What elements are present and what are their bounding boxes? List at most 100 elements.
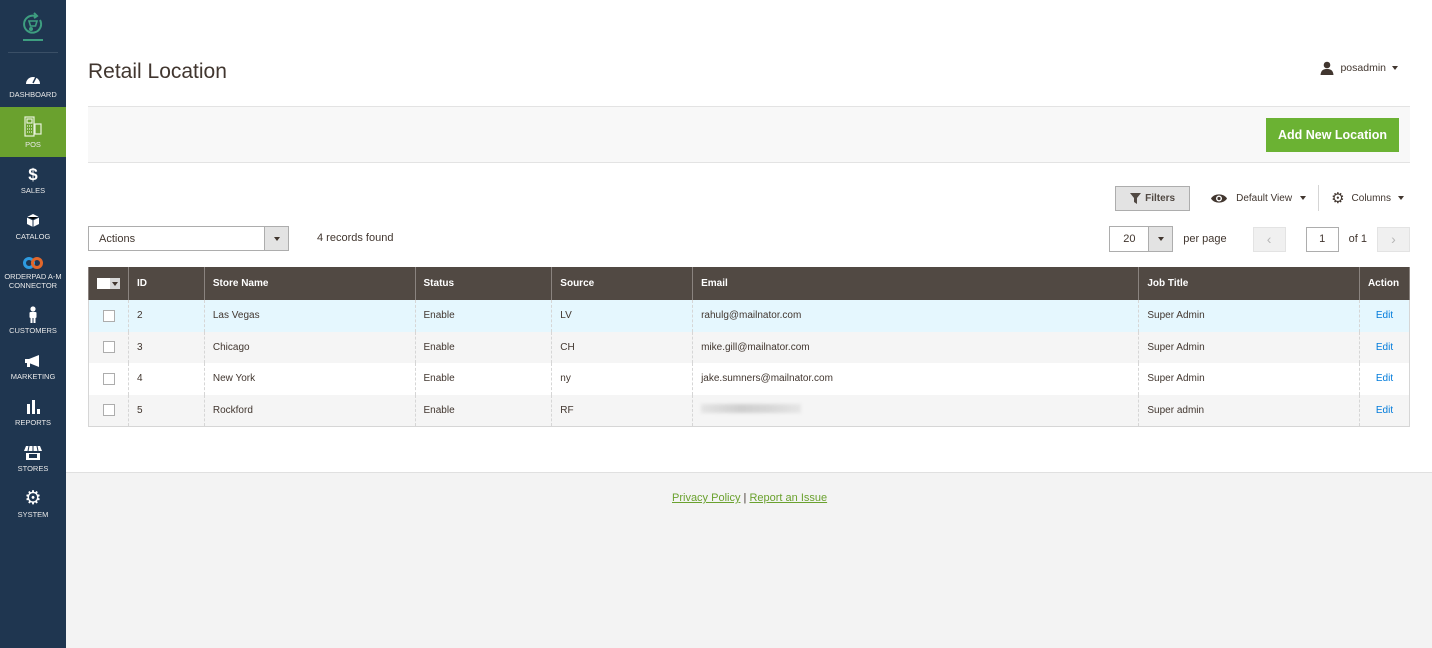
sidebar-item-label: STORES <box>17 463 49 473</box>
filters-button[interactable]: Filters <box>1115 185 1191 211</box>
sidebar-item-marketing[interactable]: MARKETING <box>0 343 66 389</box>
column-header-status[interactable]: Status <box>414 267 553 300</box>
redacted-email <box>701 404 802 413</box>
logo[interactable] <box>0 0 66 52</box>
chevron-down-icon <box>1300 196 1307 200</box>
sidebar-item-reports[interactable]: REPORTS <box>0 389 66 435</box>
main-content: Retail Location posadmin Add New Locatio… <box>66 0 1432 472</box>
next-page-button[interactable]: › <box>1377 226 1410 252</box>
sidebar-item-label: SALES <box>20 185 46 195</box>
cell-id: 4 <box>128 363 205 395</box>
sidebar-item-dashboard[interactable]: DASHBOARD <box>0 61 66 107</box>
per-page-value: 20 <box>1123 233 1136 245</box>
row-checkbox[interactable] <box>103 309 115 322</box>
gear-icon: ⚙ <box>24 487 42 509</box>
chevron-down-icon <box>1398 196 1404 200</box>
previous-page-button[interactable]: ‹ <box>1252 226 1286 252</box>
sidebar-item-stores[interactable]: STORES <box>0 435 66 481</box>
cell-store-name: Chicago <box>203 331 416 363</box>
sidebar-item-orderpad-connector[interactable]: ORDERPAD A-M CONNECTOR <box>0 249 66 297</box>
sidebar-item-label: POS <box>25 139 41 149</box>
cell-status: Enable <box>414 363 553 395</box>
mass-select-header[interactable] <box>88 267 129 300</box>
chevron-down-icon <box>1392 66 1398 70</box>
footer-separator: | <box>743 492 747 504</box>
storefront-icon <box>24 445 42 460</box>
sidebar-item-label: CONNECTOR <box>8 281 58 290</box>
sidebar-item-label: SYSTEM <box>17 509 49 519</box>
per-page-select[interactable]: 20 <box>1109 226 1174 252</box>
actions-dropdown-toggle[interactable] <box>264 227 288 250</box>
cell-store-name: Rockford <box>203 394 416 427</box>
cell-source: CH <box>551 331 694 363</box>
sidebar-item-label: REPORTS <box>14 417 52 427</box>
column-header-id[interactable]: ID <box>128 267 205 300</box>
sidebar-item-sales[interactable]: $ SALES <box>0 157 66 203</box>
cell-store-name: Las Vegas <box>203 300 416 332</box>
mass-select-checkbox[interactable] <box>97 278 120 289</box>
eye-icon <box>1211 193 1228 203</box>
chain-link-icon <box>23 257 43 269</box>
cell-email: jake.sumners@mailnator.com <box>692 363 1140 395</box>
dollar-icon: $ <box>28 165 38 184</box>
table-row[interactable]: 2 Las Vegas Enable LV rahulg@mailnator.c… <box>88 300 1411 332</box>
table-row[interactable]: 3 Chicago Enable CH mike.gill@mailnator.… <box>88 331 1411 363</box>
add-new-location-button[interactable]: Add New Location <box>1265 118 1399 152</box>
cell-status: Enable <box>414 300 553 332</box>
per-page-toggle[interactable] <box>1148 227 1173 251</box>
row-checkbox[interactable] <box>103 404 115 416</box>
view-dropdown[interactable]: Default View <box>1210 193 1318 204</box>
table-row[interactable]: 4 New York Enable ny jake.sumners@mailna… <box>88 363 1411 395</box>
edit-link[interactable]: Edit <box>1368 373 1401 384</box>
table-row[interactable]: 5 Rockford Enable RF Super admin Edit <box>88 394 1411 427</box>
privacy-policy-link[interactable]: Privacy Policy <box>672 492 740 504</box>
edit-link[interactable]: Edit <box>1368 405 1401 416</box>
sidebar-item-label: DASHBOARD <box>9 89 57 99</box>
cell-email: rahulg@mailnator.com <box>692 300 1140 332</box>
records-found: 4 records found <box>317 232 394 244</box>
row-checkbox[interactable] <box>103 341 115 354</box>
per-page-label: per page <box>1183 233 1227 245</box>
cell-id: 5 <box>128 394 205 427</box>
columns-dropdown[interactable]: ⚙ Columns <box>1331 189 1410 207</box>
page-footer: Privacy Policy | Report an Issue <box>66 472 1432 648</box>
report-issue-link[interactable]: Report an Issue <box>749 492 827 504</box>
cell-job-title: Super Admin <box>1138 331 1360 363</box>
gear-icon: ⚙ <box>1331 190 1345 207</box>
person-icon <box>29 306 37 323</box>
sidebar-item-pos[interactable]: POS <box>0 107 66 157</box>
sidebar-item-catalog[interactable]: CATALOG <box>0 203 66 249</box>
chevron-down-icon <box>1157 237 1164 241</box>
page-number-input[interactable]: 1 <box>1305 226 1339 252</box>
cell-id: 2 <box>128 300 205 332</box>
filters-label: Filters <box>1145 192 1176 204</box>
mass-actions-select[interactable]: Actions <box>88 226 289 251</box>
sidebar-item-label: CUSTOMERS <box>9 325 57 335</box>
column-header-source[interactable]: Source <box>551 267 694 300</box>
user-menu[interactable]: posadmin <box>1320 61 1398 75</box>
page-actions-bar: Add New Location <box>88 106 1410 163</box>
sidebar-item-customers[interactable]: CUSTOMERS <box>0 297 66 343</box>
row-checkbox[interactable] <box>103 372 115 385</box>
cell-source: ny <box>551 363 694 395</box>
cell-source: LV <box>551 300 694 332</box>
edit-link[interactable]: Edit <box>1368 342 1401 353</box>
user-icon <box>1320 61 1334 75</box>
megaphone-icon <box>25 354 39 367</box>
cell-id: 3 <box>128 331 205 363</box>
sidebar-item-label: ORDERPAD A-M <box>4 272 62 281</box>
column-header-email[interactable]: Email <box>692 267 1140 300</box>
cell-source: RF <box>551 394 694 427</box>
cell-status: Enable <box>414 394 553 427</box>
column-header-action: Action <box>1358 267 1411 300</box>
actions-label: Actions <box>99 232 136 245</box>
edit-link[interactable]: Edit <box>1368 310 1401 321</box>
sidebar-item-system[interactable]: ⚙ SYSTEM <box>0 481 66 527</box>
column-header-store-name[interactable]: Store Name <box>203 267 416 300</box>
column-header-job-title[interactable]: Job Title <box>1138 267 1360 300</box>
username: posadmin <box>1340 62 1386 74</box>
pagination: 20 per page ‹ 1 of 1 › <box>1109 226 1410 252</box>
box-icon <box>26 214 40 227</box>
cell-email: mike.gill@mailnator.com <box>692 331 1140 363</box>
cell-job-title: Super admin <box>1138 394 1360 427</box>
